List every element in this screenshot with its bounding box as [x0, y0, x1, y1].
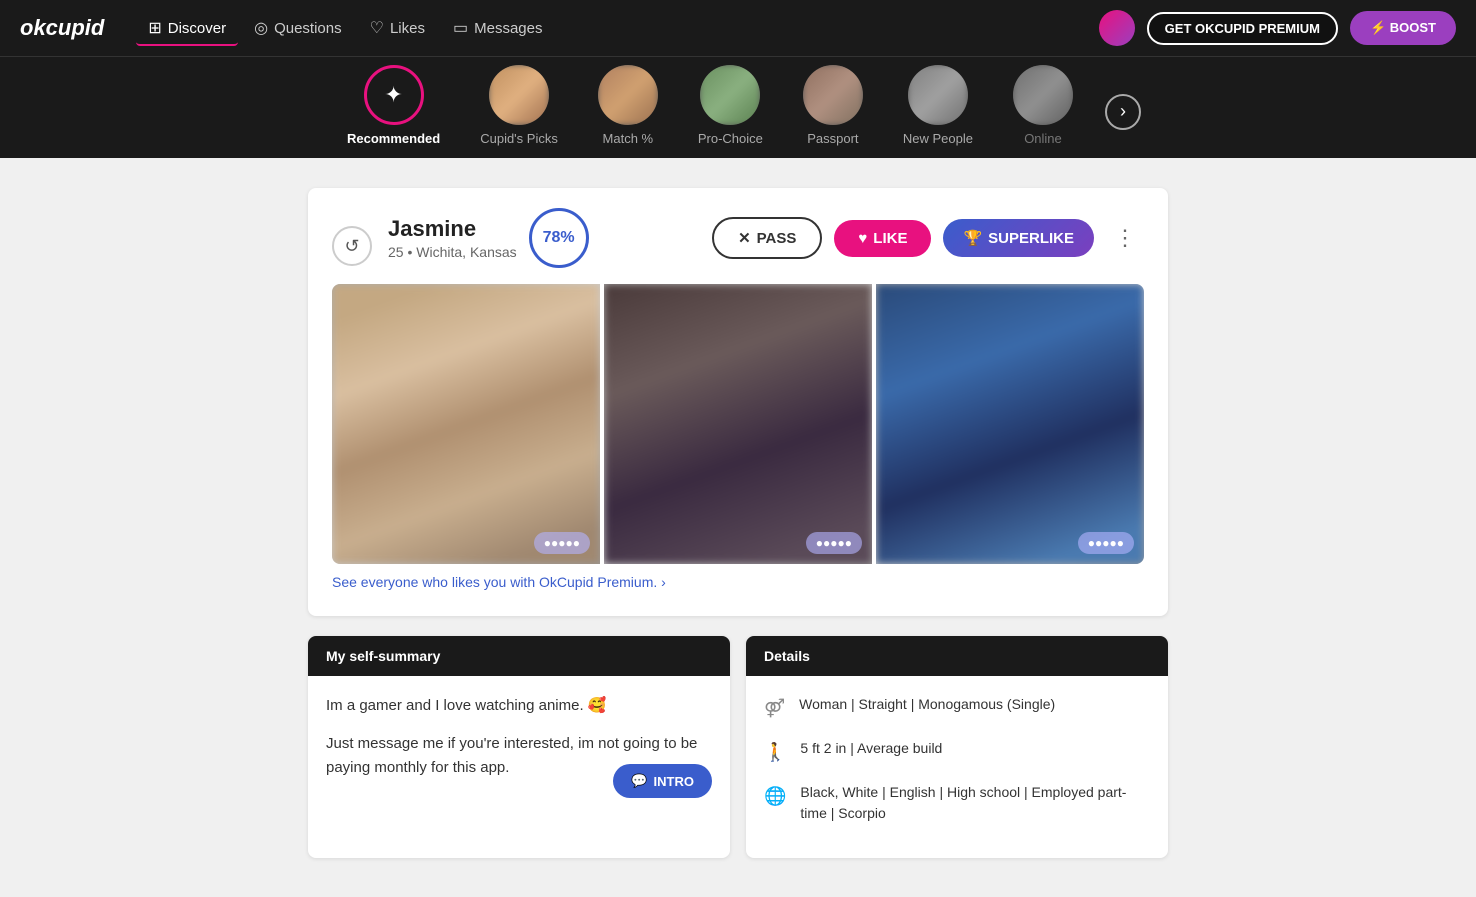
- nav-likes[interactable]: ♡ Likes: [358, 10, 437, 46]
- photo-1[interactable]: ●●●●●: [332, 284, 600, 564]
- heart-burst-icon: ✦: [384, 82, 402, 108]
- self-summary-card: My self-summary Im a gamer and I love wa…: [308, 636, 730, 858]
- photo-2[interactable]: ●●●●●: [604, 284, 872, 564]
- messages-icon: ▭: [453, 18, 468, 38]
- category-recommended[interactable]: ✦ Recommended: [335, 65, 452, 158]
- profile-card: ↺ Jasmine 25 • Wichita, Kansas 78% ✕ PAS…: [308, 188, 1168, 616]
- detail-row-background: 🌐 Black, White | English | High school |…: [764, 782, 1150, 824]
- passport-label: Passport: [807, 131, 858, 146]
- recommended-thumb: ✦: [364, 65, 424, 125]
- superlike-icon: 🏆: [963, 229, 982, 247]
- nav-questions[interactable]: ◎ Questions: [242, 10, 354, 46]
- category-bar: ✦ Recommended Cupid's Picks Match % Pro-…: [0, 56, 1476, 158]
- match-percent-circle: 78%: [529, 208, 589, 268]
- logo[interactable]: okcupid: [20, 15, 104, 41]
- pro-choice-label: Pro-Choice: [698, 131, 763, 146]
- more-options-button[interactable]: ⋮: [1106, 221, 1144, 255]
- photo-tag-2: ●●●●●: [806, 532, 862, 554]
- photo-3[interactable]: ●●●●●: [876, 284, 1144, 564]
- bio-text-1: Im a gamer and I love watching anime. 🥰: [326, 694, 712, 718]
- category-online[interactable]: Online: [1001, 65, 1085, 158]
- pass-button[interactable]: ✕ PASS: [712, 217, 822, 259]
- details-header: Details: [746, 636, 1168, 676]
- height-icon: 🚶: [764, 739, 786, 766]
- heart-icon: ♥: [858, 230, 867, 247]
- profile-top-row: ↺ Jasmine 25 • Wichita, Kansas 78% ✕ PAS…: [332, 208, 1144, 268]
- detail-row-gender: ⚤ Woman | Straight | Monogamous (Single): [764, 694, 1150, 722]
- premium-button[interactable]: GET OKCUPID PREMIUM: [1147, 12, 1338, 45]
- photo-tag-3: ●●●●●: [1078, 532, 1134, 554]
- category-match[interactable]: Match %: [586, 65, 670, 158]
- self-summary-header: My self-summary: [308, 636, 730, 676]
- likes-icon: ♡: [370, 18, 384, 38]
- discover-icon: ⊞: [148, 18, 161, 38]
- questions-icon: ◎: [254, 18, 268, 38]
- details-body: ⚤ Woman | Straight | Monogamous (Single)…: [746, 676, 1168, 858]
- top-navigation: okcupid ⊞ Discover ◎ Questions ♡ Likes ▭…: [0, 0, 1476, 56]
- main-content: ↺ Jasmine 25 • Wichita, Kansas 78% ✕ PAS…: [288, 188, 1188, 858]
- user-avatar[interactable]: [1099, 10, 1135, 46]
- globe-icon: 🌐: [764, 783, 786, 810]
- details-card: Details ⚤ Woman | Straight | Monogamous …: [746, 636, 1168, 858]
- self-summary-body: Im a gamer and I love watching anime. 🥰 …: [308, 676, 730, 798]
- pro-choice-thumb: [700, 65, 760, 125]
- nav-items: ⊞ Discover ◎ Questions ♡ Likes ▭ Message…: [136, 10, 1074, 46]
- x-icon: ✕: [738, 229, 751, 247]
- nav-messages[interactable]: ▭ Messages: [441, 10, 555, 46]
- undo-button[interactable]: ↺: [332, 226, 372, 266]
- premium-teaser: See everyone who likes you with OkCupid …: [332, 564, 1144, 596]
- cupids-picks-label: Cupid's Picks: [480, 131, 558, 146]
- new-people-thumb: [908, 65, 968, 125]
- category-passport[interactable]: Passport: [791, 65, 875, 158]
- nav-discover[interactable]: ⊞ Discover: [136, 10, 238, 46]
- profile-age-location: 25 • Wichita, Kansas: [388, 244, 517, 260]
- chat-icon: 💬: [631, 773, 647, 789]
- profile-name: Jasmine: [388, 216, 517, 242]
- premium-teaser-link[interactable]: See everyone who likes you with OkCupid …: [332, 574, 666, 590]
- category-pro-choice[interactable]: Pro-Choice: [686, 65, 775, 158]
- category-cupids-picks[interactable]: Cupid's Picks: [468, 65, 570, 158]
- action-buttons: ✕ PASS ♥ LIKE 🏆 SUPERLIKE ⋮: [712, 217, 1144, 259]
- online-thumb: [1013, 65, 1073, 125]
- superlike-button[interactable]: 🏆 SUPERLIKE: [943, 219, 1094, 257]
- intro-button[interactable]: 💬 INTRO: [613, 764, 712, 798]
- match-label: Match %: [603, 131, 654, 146]
- match-thumb: [598, 65, 658, 125]
- category-new-people[interactable]: New People: [891, 65, 985, 158]
- photo-tag-1: ●●●●●: [534, 532, 590, 554]
- gender-icon: ⚤: [764, 695, 785, 722]
- like-button[interactable]: ♥ LIKE: [834, 220, 931, 257]
- photos-grid: ●●●●● ●●●●● ●●●●●: [332, 284, 1144, 564]
- recommended-label: Recommended: [347, 131, 440, 146]
- nav-right: GET OKCUPID PREMIUM ⚡ BOOST: [1099, 10, 1456, 46]
- cupids-picks-thumb: [489, 65, 549, 125]
- boost-button[interactable]: ⚡ BOOST: [1350, 11, 1456, 45]
- online-label: Online: [1024, 131, 1062, 146]
- passport-thumb: [803, 65, 863, 125]
- new-people-label: New People: [903, 131, 973, 146]
- bio-text-2: Just message me if you're interested, im…: [326, 732, 712, 780]
- bio-section: My self-summary Im a gamer and I love wa…: [308, 636, 1168, 858]
- detail-row-height: 🚶 5 ft 2 in | Average build: [764, 738, 1150, 766]
- profile-info: Jasmine 25 • Wichita, Kansas: [388, 216, 517, 260]
- categories-next-button[interactable]: ›: [1105, 94, 1141, 130]
